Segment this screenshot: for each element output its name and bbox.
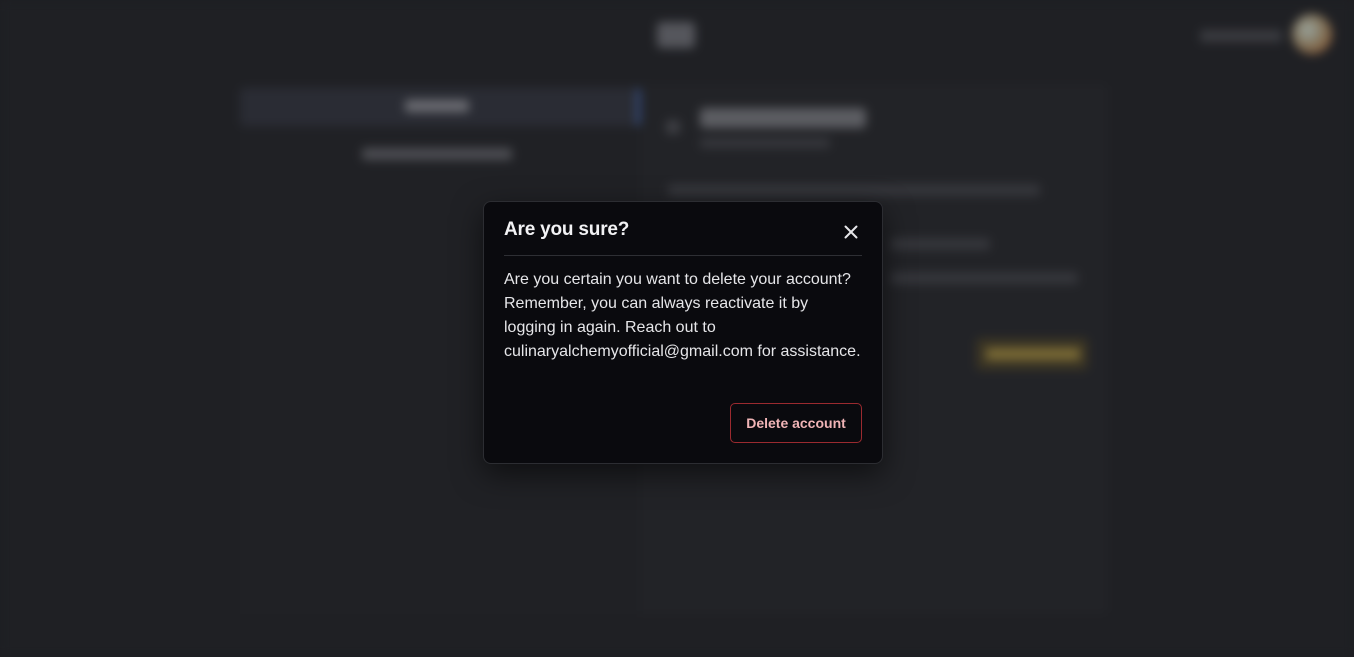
dialog-title: Are you sure? [504, 218, 630, 240]
user-avatar [1292, 14, 1332, 54]
settings-sidebar-item [362, 148, 512, 160]
user-name-placeholder [1200, 30, 1282, 42]
section-subtitle [700, 138, 830, 148]
close-button[interactable] [840, 221, 862, 243]
section-text-line [890, 272, 1078, 284]
dialog-message: Are you certain you want to delete your … [504, 271, 861, 360]
section-action-button-label [986, 348, 1080, 360]
section-text-line [668, 184, 1040, 196]
confirm-delete-dialog: Are you sure? Are you certain you want t… [483, 201, 883, 464]
settings-tab-label [405, 100, 469, 112]
section-title [700, 108, 866, 128]
back-icon [666, 120, 680, 134]
close-icon [844, 225, 858, 239]
dialog-footer: Delete account [730, 403, 862, 443]
delete-account-button[interactable]: Delete account [730, 403, 862, 443]
app-logo [657, 22, 695, 48]
section-text-line [890, 238, 990, 250]
dialog-header: Are you sure? [504, 202, 862, 256]
